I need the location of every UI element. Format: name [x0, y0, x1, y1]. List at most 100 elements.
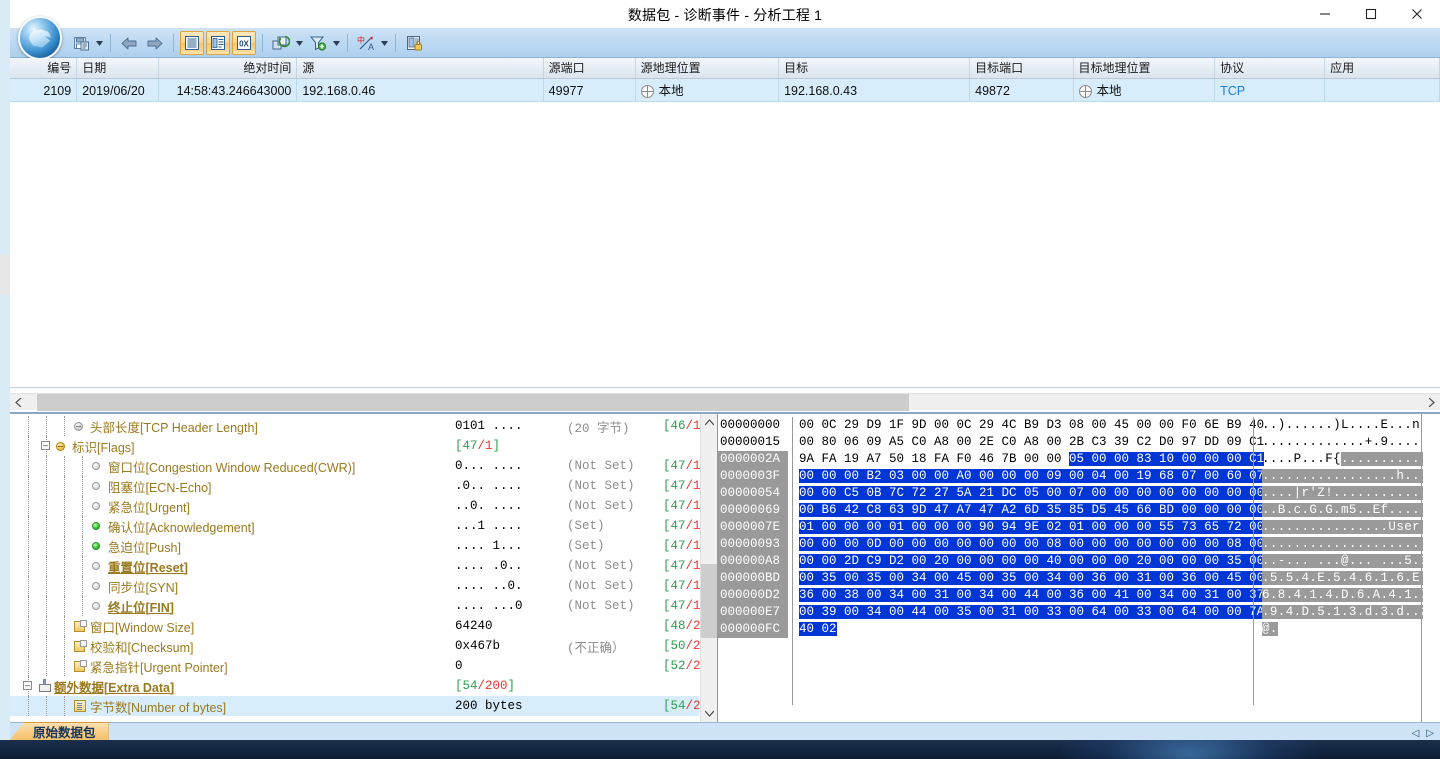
- hscroll-track[interactable]: [27, 393, 1423, 411]
- translate-dropdown-caret-icon[interactable]: [379, 31, 390, 55]
- filter-dropdown-caret-icon[interactable]: [331, 31, 342, 55]
- tree-row[interactable]: 同步位[SYN].... ..0.(Not Set)[47/1]0x0: [10, 576, 708, 596]
- tree-row[interactable]: 窗口[Window Size]64240[48/2]: [10, 616, 708, 636]
- hex-byte-row[interactable]: 00 00 00 0D 00 00 00 00 00 00 00 08 00 0…: [799, 536, 1265, 553]
- hex-ascii-row[interactable]: ..-... ...@... ...5.3: [1262, 553, 1440, 570]
- refresh-button[interactable]: [269, 31, 293, 55]
- cell-dst-geo: 本地: [1074, 79, 1216, 101]
- hex-byte-row[interactable]: 00 80 06 09 A5 C0 A8 00 2E C0 A8 00 2B C…: [799, 434, 1264, 451]
- hex-byte-row[interactable]: 00 0C 29 D9 1F 9D 00 0C 29 4C B9 D3 08 0…: [799, 417, 1264, 434]
- tree-row[interactable]: 头部长度[TCP Header Length] 0101 .... (20 字节)[…: [10, 416, 708, 436]
- packet-list[interactable]: 编号 日期 绝对时间 源 源端口 源地理位置 目标 目标端口 目标地理位置 协议…: [10, 58, 1440, 388]
- lock-report-button[interactable]: [402, 31, 426, 55]
- tab-next-icon[interactable]: ▷: [1426, 728, 1434, 739]
- hex-bytes-column[interactable]: 00 0C 29 D9 1F 9D 00 0C 29 4C B9 D3 08 0…: [799, 414, 1287, 722]
- tree-row[interactable]: 重置位[Reset].... .0..(Not Set)[47/1]0x0: [10, 556, 708, 576]
- hex-byte-row[interactable]: 00 00 2D C9 D2 00 20 00 00 00 00 40 00 0…: [799, 553, 1287, 570]
- tree-row[interactable]: – 标识[Flags] [47/1]: [10, 436, 699, 456]
- tree-row[interactable]: – 额外数据[Extra Data] [54/200]: [10, 676, 699, 696]
- field-icon: [74, 660, 87, 672]
- list-view-button[interactable]: [180, 31, 204, 55]
- hex-ascii-column[interactable]: ..)......)L....E...n.@ .............+.9..…: [1262, 414, 1440, 722]
- hex-byte-row[interactable]: 00 39 00 34 00 44 00 35 00 31 00 33 00 6…: [799, 604, 1265, 621]
- column-header-abs-time[interactable]: 绝对时间: [159, 58, 298, 78]
- hex-ascii-row[interactable]: ................User.: [1262, 519, 1440, 536]
- hex-byte-row[interactable]: 01 00 00 00 01 00 00 00 90 94 9E 02 01 0…: [799, 519, 1265, 536]
- hex-byte-row[interactable]: 00 35 00 35 00 34 00 45 00 35 00 34 00 3…: [799, 570, 1265, 587]
- cell-dst-port: 49872: [970, 79, 1074, 101]
- column-header-date[interactable]: 日期: [77, 58, 159, 78]
- hex-ascii-row[interactable]: @.: [1262, 621, 1440, 638]
- minimize-button[interactable]: [1302, 0, 1348, 28]
- save-dropdown-caret-icon[interactable]: [94, 31, 105, 55]
- scroll-left-icon[interactable]: [10, 394, 27, 411]
- back-button[interactable]: [117, 31, 141, 55]
- hex-byte-row[interactable]: 9A FA 19 A7 50 18 FA F0 46 7B 00 00 05 0…: [799, 451, 1265, 468]
- tree-vscroll-thumb[interactable]: [701, 564, 717, 638]
- hex-ascii-row[interactable]: ..)......)L....E...n.@: [1262, 417, 1440, 434]
- protocol-tree[interactable]: 头部长度[TCP Header Length] 0101 .... (20 字节) […: [10, 414, 718, 722]
- tree-row[interactable]: 急迫位[Push].... 1...(Set)[47/1]0x08: [10, 536, 708, 556]
- hex-view-button[interactable]: 0X: [232, 31, 256, 55]
- hex-ascii-row[interactable]: .................h..`.: [1262, 468, 1440, 485]
- hscroll-thumb[interactable]: [37, 393, 909, 411]
- hex-ascii-row[interactable]: .9.4.D.5.1.3.d.3.d..z: [1262, 604, 1440, 621]
- tree-row[interactable]: 字节数[Number of bytes] 200 bytes[54/200]: [10, 696, 717, 716]
- hex-ascii-row[interactable]: 6.8.4.1.4.D.6.A.4.1.7: [1262, 587, 1440, 604]
- window-edge-splitter[interactable]: [0, 255, 9, 295]
- tree-row[interactable]: 终止位[FIN].... ...0(Not Set)[47/1]0x0: [10, 596, 708, 616]
- hex-ascii-row[interactable]: .............+.9.....: [1262, 434, 1440, 451]
- hex-ascii-row[interactable]: ....|r'Z!............: [1262, 485, 1440, 502]
- tree-expander-icon[interactable]: –: [23, 681, 32, 690]
- hex-byte-row[interactable]: 36 00 38 00 34 00 31 00 34 00 44 00 36 0…: [799, 587, 1265, 604]
- forward-button[interactable]: [143, 31, 167, 55]
- save-button[interactable]: [69, 31, 93, 55]
- column-header-source[interactable]: 源: [297, 58, 544, 78]
- hex-byte-row[interactable]: 00 00 00 B2 03 00 00 A0 00 00 00 09 00 0…: [799, 468, 1265, 485]
- filter-add-button[interactable]: [306, 31, 330, 55]
- tree-row-values: ...1 ....(Set)[47/1]0x10: [455, 519, 717, 533]
- tree-row[interactable]: 紧急指针[Urgent Pointer]0[52/2]: [10, 656, 708, 676]
- column-header-protocol[interactable]: 协议: [1215, 58, 1326, 78]
- tree-row[interactable]: 阻塞位[ECN-Echo].0.. ....(Not Set)[47/1]0x4: [10, 476, 708, 496]
- column-header-application[interactable]: 应用: [1325, 58, 1440, 78]
- close-button[interactable]: [1394, 0, 1440, 28]
- tree-row[interactable]: 确认位[Acknowledgement]...1 ....(Set)[47/1]…: [10, 516, 708, 536]
- column-header-no[interactable]: 编号: [10, 58, 78, 78]
- table-row[interactable]: 2109 2019/06/20 14:58:43.246643000 192.1…: [10, 79, 1440, 102]
- cell-protocol[interactable]: TCP: [1215, 79, 1326, 101]
- hex-byte-row[interactable]: 00 00 C5 0B 7C 72 27 5A 21 DC 05 00 07 0…: [799, 485, 1265, 502]
- tree-row[interactable]: 紧急位[Urgent]..0. ....(Not Set)[47/1]0x2: [10, 496, 708, 516]
- hex-ascii-row[interactable]: .....................: [1262, 536, 1440, 553]
- tree-row[interactable]: 窗口位[Congestion Window Reduced(CWR)] 0... …: [10, 456, 708, 476]
- refresh-dropdown-caret-icon[interactable]: [294, 31, 305, 55]
- maximize-button[interactable]: [1348, 0, 1394, 28]
- hex-ascii-row[interactable]: ....P...F{...........: [1262, 451, 1440, 468]
- scroll-right-icon[interactable]: [1423, 394, 1440, 411]
- hex-byte-row[interactable]: 00 B6 42 C8 63 9D 47 A7 47 A2 6D 35 85 D…: [799, 502, 1265, 519]
- tab-prev-icon[interactable]: ◁: [1412, 728, 1420, 739]
- tree-scroll-up-icon[interactable]: [701, 414, 717, 431]
- hex-byte-row[interactable]: 40 02: [799, 621, 1249, 638]
- hex-ascii-row[interactable]: .5.5.4.E.5.4.6.1.6.E.: [1262, 570, 1440, 587]
- tree-value: 200 bytes: [455, 699, 523, 713]
- tree-vscrollbar[interactable]: [700, 414, 717, 722]
- column-header-src-port[interactable]: 源端口: [544, 58, 636, 78]
- hex-vscrollbar[interactable]: [1423, 414, 1440, 722]
- packet-list-hscrollbar[interactable]: [10, 393, 1440, 411]
- tree-row[interactable]: 校验和[Checksum]0x467b(不正确）[50/2]: [10, 636, 708, 656]
- tab-raw-packet[interactable]: 原始数据包: [10, 722, 109, 740]
- hex-ascii-row[interactable]: ..B.c.G.G.m5..Ef.....: [1262, 502, 1440, 519]
- column-header-src-geo[interactable]: 源地理位置: [636, 58, 780, 78]
- tree-scroll-down-icon[interactable]: [701, 705, 717, 722]
- tree-expander-icon[interactable]: –: [41, 441, 50, 450]
- field-icon: [74, 640, 87, 652]
- column-header-dst-geo[interactable]: 目标地理位置: [1074, 58, 1216, 78]
- globe-icon: [640, 84, 654, 98]
- column-header-dest[interactable]: 目标: [779, 58, 971, 78]
- translate-button[interactable]: 中 A: [354, 31, 378, 55]
- tree-guide-line: [28, 576, 29, 596]
- hex-dump-view[interactable]: 00000000 00000015 0000002A 0000003F 00000054…: [718, 414, 1440, 722]
- column-header-dst-port[interactable]: 目标端口: [970, 58, 1074, 78]
- detail-view-button[interactable]: [206, 31, 230, 55]
